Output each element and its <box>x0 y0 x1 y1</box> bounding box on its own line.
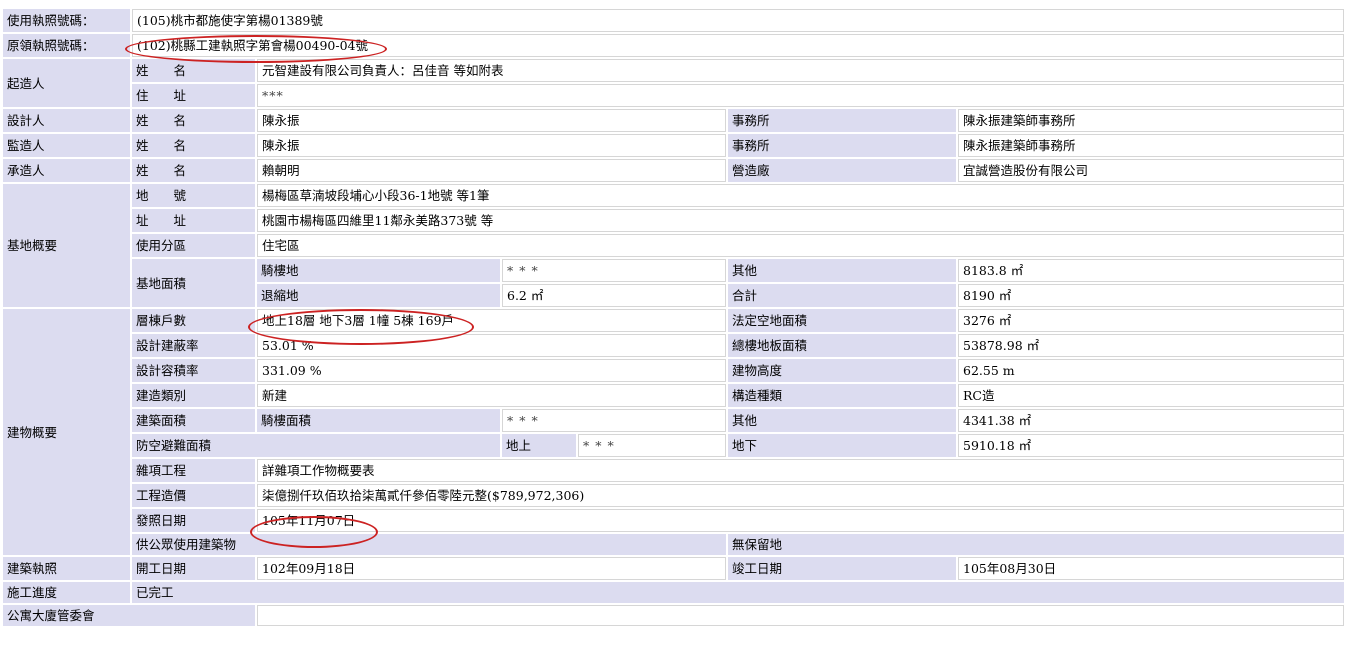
issue-label: 發照日期 <box>132 509 255 532</box>
site-zone: 住宅區 <box>257 234 1345 257</box>
gfa-value: 53878.98 ㎡ <box>958 334 1345 357</box>
contractor-name-label: 姓 名 <box>132 159 255 182</box>
applicant-name: 元智建設有限公司負責人：呂佳音 等如附表 <box>257 59 1345 82</box>
site-other-label: 其他 <box>728 259 956 282</box>
reserve-land-label: 無保留地 <box>728 534 1345 555</box>
site-addr-label: 址 址 <box>132 209 255 232</box>
orig-no-value: (102)桃縣工建執照字第會楊00490-04號 <box>132 34 1345 57</box>
cost-label: 工程造價 <box>132 484 255 507</box>
supervisor-name: 陳永振 <box>257 134 726 157</box>
misc-value: 詳雜項工作物概要表 <box>257 459 1345 482</box>
permit-no-label: 使用執照號碼： <box>3 9 130 32</box>
barea-other: 4341.38 ㎡ <box>958 409 1345 432</box>
site-zone-label: 使用分區 <box>132 234 255 257</box>
shelter-below-label: 地下 <box>728 434 956 457</box>
site-total-label: 合計 <box>728 284 956 307</box>
struct-label: 構造種類 <box>728 384 956 407</box>
contractor-firm: 宜誠營造股份有限公司 <box>958 159 1345 182</box>
type-value: 新建 <box>257 384 726 407</box>
license-label: 建築執照 <box>3 557 130 580</box>
shelter-label: 防空避難面積 <box>132 434 500 457</box>
designer-name: 陳永振 <box>257 109 726 132</box>
shelter-below: 5910.18 ㎡ <box>958 434 1345 457</box>
open-label: 法定空地面積 <box>728 309 956 332</box>
site-setback-label: 退縮地 <box>257 284 500 307</box>
site-other: 8183.8 ㎡ <box>958 259 1345 282</box>
designer-name-label: 姓 名 <box>132 109 255 132</box>
type-label: 建造類別 <box>132 384 255 407</box>
committee-value <box>257 605 1345 626</box>
barea-arcade: * * * <box>502 409 726 432</box>
progress-label: 施工進度 <box>3 582 130 603</box>
site-setback: 6.2 ㎡ <box>502 284 726 307</box>
designer-office: 陳永振建築師事務所 <box>958 109 1345 132</box>
supervisor-office: 陳永振建築師事務所 <box>958 134 1345 157</box>
applicant-addr-label: 住 址 <box>132 84 255 107</box>
applicant-label: 起造人 <box>3 59 130 107</box>
applicant-name-label: 姓 名 <box>132 59 255 82</box>
gfa-label: 總樓地板面積 <box>728 334 956 357</box>
bcr-label: 設計建蔽率 <box>132 334 255 357</box>
row-orig-no: 原領執照號碼： (102)桃縣工建執照字第會楊00490-04號 <box>3 34 1345 57</box>
committee-label: 公寓大廈管委會 <box>3 605 255 626</box>
end-date: 105年08月30日 <box>958 557 1345 580</box>
site-arcade: * * * <box>502 259 726 282</box>
supervisor-label: 監造人 <box>3 134 130 157</box>
misc-label: 雜項工程 <box>132 459 255 482</box>
applicant-addr: *** <box>257 84 1345 107</box>
shelter-above: * * * <box>578 434 726 457</box>
far-value: 331.09 % <box>257 359 726 382</box>
contractor-label: 承造人 <box>3 159 130 182</box>
floors-label: 層棟戶數 <box>132 309 255 332</box>
site-total: 8190 ㎡ <box>958 284 1345 307</box>
start-date-label: 開工日期 <box>132 557 255 580</box>
site-area-label: 基地面積 <box>132 259 255 307</box>
site-lot-label: 地 號 <box>132 184 255 207</box>
floors-value: 地上18層 地下3層 1幢 5棟 169戶 <box>257 309 726 332</box>
public-building-label: 供公眾使用建築物 <box>132 534 726 555</box>
barea-arcade-label: 騎樓面積 <box>257 409 500 432</box>
site-addr: 桃園市楊梅區四維里11鄰永美路373號 等 <box>257 209 1345 232</box>
cost-value: 柒億捌仟玖佰玖拾柒萬貳仟參佰零陸元整($789,972,306) <box>257 484 1345 507</box>
progress-value: 已完工 <box>132 582 1345 603</box>
height-value: 62.55 m <box>958 359 1345 382</box>
orig-no-label: 原領執照號碼： <box>3 34 130 57</box>
row-permit-no: 使用執照號碼： (105)桃市都施使字第楊01389號 <box>3 9 1345 32</box>
contractor-firm-label: 營造廠 <box>728 159 956 182</box>
shelter-above-label: 地上 <box>502 434 576 457</box>
designer-office-label: 事務所 <box>728 109 956 132</box>
end-date-label: 竣工日期 <box>728 557 956 580</box>
bcr-value: 53.01 % <box>257 334 726 357</box>
designer-label: 設計人 <box>3 109 130 132</box>
struct-value: RC造 <box>958 384 1345 407</box>
site-label: 基地概要 <box>3 184 130 307</box>
issue-value: 105年11月07日 <box>257 509 1345 532</box>
height-label: 建物高度 <box>728 359 956 382</box>
site-arcade-label: 騎樓地 <box>257 259 500 282</box>
start-date: 102年09月18日 <box>257 557 726 580</box>
building-label: 建物概要 <box>3 309 130 555</box>
permit-table: 使用執照號碼： (105)桃市都施使字第楊01389號 原領執照號碼： (102… <box>1 7 1346 628</box>
contractor-name: 賴朝明 <box>257 159 726 182</box>
supervisor-office-label: 事務所 <box>728 134 956 157</box>
barea-other-label: 其他 <box>728 409 956 432</box>
permit-no-value: (105)桃市都施使字第楊01389號 <box>132 9 1345 32</box>
site-lot: 楊梅區草湳坡段埔心小段36-1地號 等1筆 <box>257 184 1345 207</box>
open-value: 3276 ㎡ <box>958 309 1345 332</box>
barea-label: 建築面積 <box>132 409 255 432</box>
far-label: 設計容積率 <box>132 359 255 382</box>
supervisor-name-label: 姓 名 <box>132 134 255 157</box>
